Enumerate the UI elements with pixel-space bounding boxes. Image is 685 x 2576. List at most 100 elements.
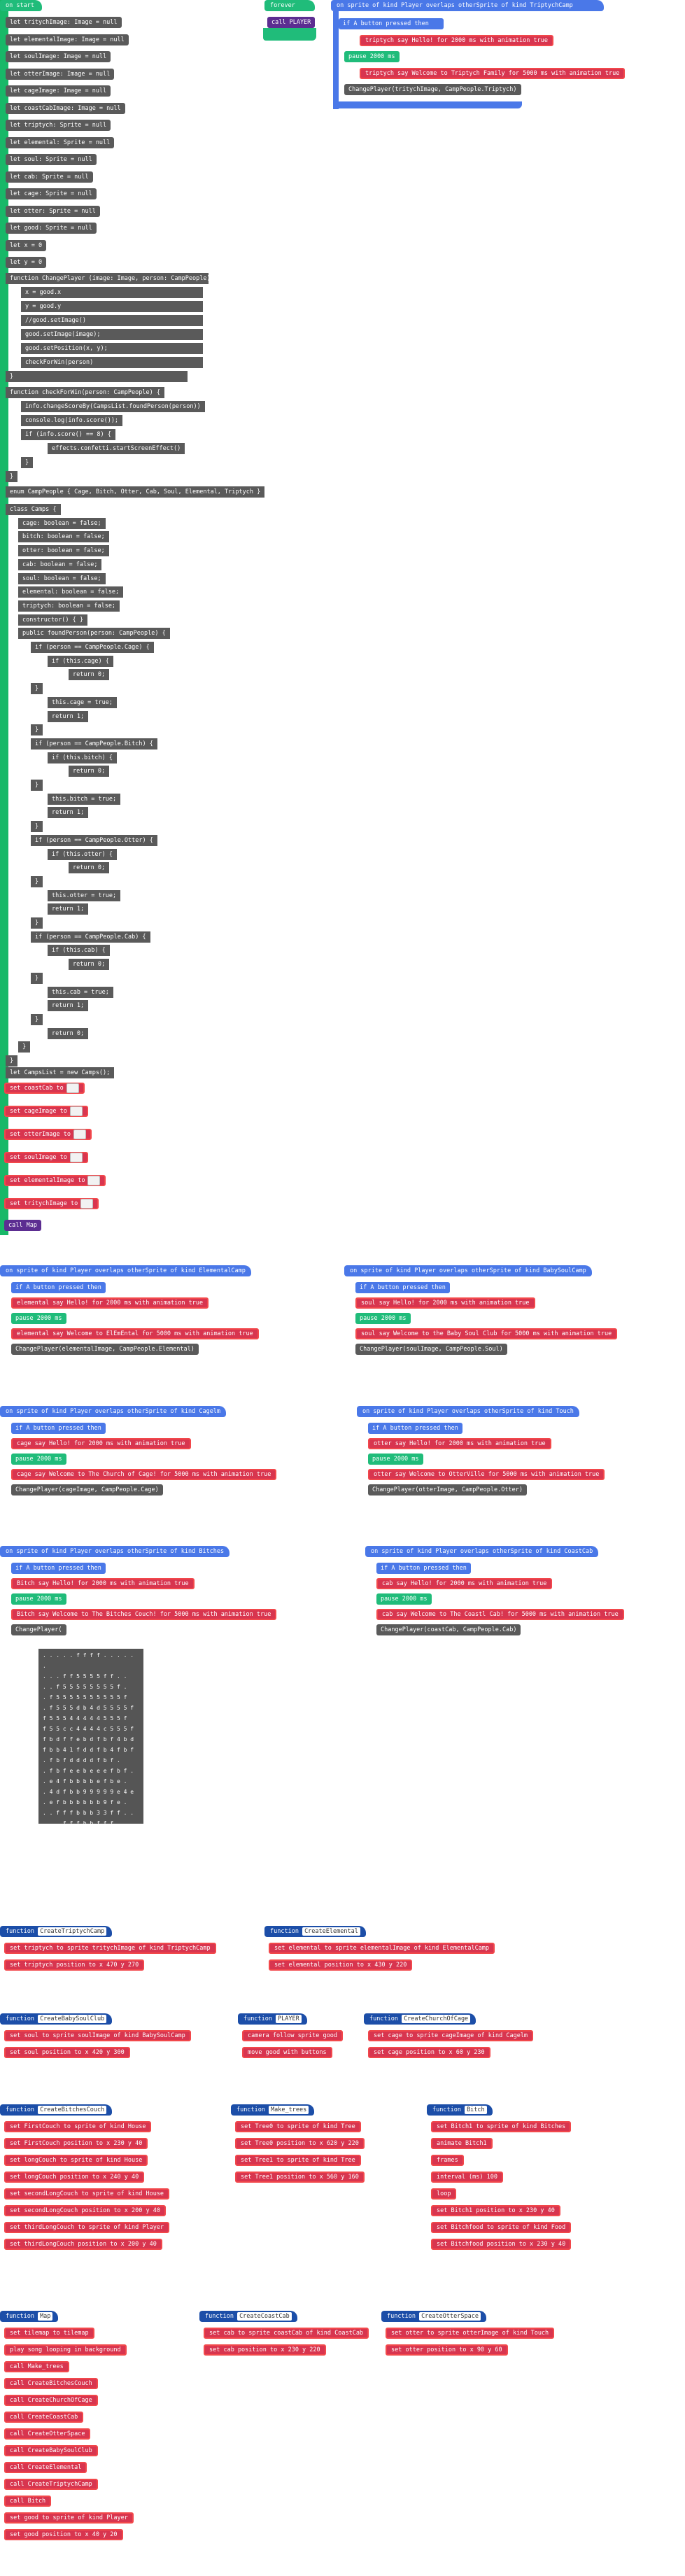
let-declaration-14[interactable]: let y = 0 xyxy=(6,257,47,268)
overlap-hat-1[interactable]: on sprite of kind Player overlaps otherS… xyxy=(344,1265,592,1276)
overlap-pause-0[interactable]: pause 2000 ms xyxy=(11,1313,66,1324)
let-declaration-10[interactable]: let cage: Sprite = null xyxy=(6,188,97,199)
overlap-say-welcome-2[interactable]: cage say Welcome to The Church of Cage! … xyxy=(11,1469,277,1480)
function-trees-line-2[interactable]: set Tree1 to sprite of kind Tree xyxy=(235,2155,361,2166)
overlap-say-welcome-0[interactable]: elemental say Welcome to ElEmEntal for 5… xyxy=(11,1328,259,1339)
function-bitch-line-1[interactable]: animate Bitch1 xyxy=(431,2138,493,2149)
function-trees-line-3[interactable]: set Tree1 position to x 560 y 160 xyxy=(235,2172,365,2183)
camps-class-line-40[interactable]: } xyxy=(6,1055,18,1067)
overlap-if-5[interactable]: if A button pressed then xyxy=(376,1563,471,1574)
camps-class-line-35[interactable]: this.cab = true; xyxy=(48,986,113,998)
function-babysoul-line-1[interactable]: set soul position to x 420 y 300 xyxy=(4,2047,130,2058)
triptych-image-thumb[interactable] xyxy=(80,1199,94,1209)
function-church-line-1[interactable]: set cage position to x 60 y 230 xyxy=(368,2047,490,2058)
camps-class-line-9[interactable]: public foundPerson(person: CampPeople) { xyxy=(18,628,170,640)
function-map-line-6[interactable]: call CreateOtterSpace xyxy=(4,2428,91,2440)
pause-block[interactable]: pause 2000 ms xyxy=(344,51,400,62)
function-triptych-line-0[interactable]: set triptych to sprite tritychImage of k… xyxy=(4,1943,216,1954)
camps-class-line-37[interactable]: } xyxy=(31,1013,43,1025)
function-triptych[interactable]: function CreateTriptychCamp xyxy=(0,1926,113,1937)
function-coastcab-line-0[interactable]: set cab to sprite coastCab of kind Coast… xyxy=(204,2328,369,2339)
camps-class-line-16[interactable]: } xyxy=(31,724,43,736)
overlap-hat-2[interactable]: on sprite of kind Player overlaps otherS… xyxy=(0,1406,227,1417)
overlap-if-4[interactable]: if A button pressed then xyxy=(11,1563,106,1574)
function-title[interactable]: CreateElemental xyxy=(302,1927,360,1936)
camps-class-line-19[interactable]: return 0; xyxy=(69,766,110,777)
function-title[interactable]: CreateBitchesCouch xyxy=(38,2106,107,2114)
camps-class-line-30[interactable]: } xyxy=(31,917,43,929)
function-map-line-2[interactable]: call Make_trees xyxy=(4,2361,69,2372)
let-declaration-5[interactable]: let coastCabImage: Image = null xyxy=(6,102,125,114)
let-declaration-3[interactable]: let otterImage: Image = null xyxy=(6,68,115,80)
function-title[interactable]: Bitch xyxy=(465,2106,487,2114)
check-for-win-line-0[interactable]: function checkForWin(person: CampPeople)… xyxy=(6,387,164,398)
camps-class-line-25[interactable]: if (this.otter) { xyxy=(48,848,117,860)
function-coastcab-line-1[interactable]: set cab position to x 230 y 220 xyxy=(204,2344,326,2356)
function-title[interactable]: CreateOtterSpace xyxy=(419,2312,481,2321)
function-map[interactable]: function Map xyxy=(0,2311,59,2322)
overlap-if-0[interactable]: if A button pressed then xyxy=(11,1282,106,1293)
function-bitches-line-7[interactable]: set thirdLongCouch position to x 200 y 4… xyxy=(4,2239,162,2250)
overlap-change-player-1[interactable]: ChangePlayer(soulImage, CampPeople.Soul) xyxy=(355,1344,507,1355)
if-a-pressed-block[interactable]: if A button pressed then xyxy=(339,18,444,29)
function-trees[interactable]: function Make_trees xyxy=(231,2104,315,2116)
function-otterspace-line-1[interactable]: set otter position to x 90 y 60 xyxy=(386,2344,508,2356)
camps-class-line-34[interactable]: } xyxy=(31,972,43,984)
overlap-change-player-2[interactable]: ChangePlayer(cageImage, CampPeople.Cage) xyxy=(11,1484,163,1495)
set-triptych-image[interactable]: set tritychImage to xyxy=(4,1198,99,1209)
overlap-say-hello-1[interactable]: soul say Hello! for 2000 ms with animati… xyxy=(355,1297,535,1309)
let-declaration-6[interactable]: let triptych: Sprite = null xyxy=(6,120,111,131)
check-for-win-line-4[interactable]: effects.confetti.startScreenEffect() xyxy=(48,443,185,454)
check-for-win-line-1[interactable]: info.changeScoreBy(CampsList.foundPerson… xyxy=(21,401,205,412)
function-title[interactable]: Make_trees xyxy=(269,2106,309,2114)
function-elemental[interactable]: function CreateElemental xyxy=(264,1926,366,1937)
camps-class-line-24[interactable]: if (person == CampPeople.Otter) { xyxy=(31,834,157,846)
overlap-say-welcome-5[interactable]: cab say Welcome to The Coastl Cab! for 5… xyxy=(376,1609,624,1620)
camps-class-line-2[interactable]: bitch: boolean = false; xyxy=(18,531,109,543)
camps-class-line-29[interactable]: return 1; xyxy=(48,903,89,915)
set-soul-image[interactable]: set soulImage to xyxy=(4,1152,88,1163)
camps-class-line-31[interactable]: if (person == CampPeople.Cab) { xyxy=(31,931,150,943)
set-coastcab-image[interactable]: set coastCab to xyxy=(4,1083,85,1094)
function-elemental-line-0[interactable]: set elemental to sprite elementalImage o… xyxy=(269,1943,495,1954)
check-for-win-line-3[interactable]: if (info.score() == 8) { xyxy=(21,429,115,440)
enum-campPeople[interactable]: enum CampPeople { Cage, Bitch, Otter, Ca… xyxy=(6,486,265,498)
camps-class-line-8[interactable]: constructor() { } xyxy=(18,614,87,626)
camps-class-line-0[interactable]: class Camps { xyxy=(6,504,61,515)
camps-class-line-12[interactable]: return 0; xyxy=(69,669,110,681)
function-player-line-0[interactable]: camera follow sprite good xyxy=(242,2030,343,2041)
soul-image-thumb[interactable] xyxy=(69,1153,83,1162)
camps-class-line-32[interactable]: if (this.cab) { xyxy=(48,945,110,957)
camps-class-line-6[interactable]: elemental: boolean = false; xyxy=(18,586,124,598)
overlap-if-2[interactable]: if A button pressed then xyxy=(11,1423,106,1434)
check-for-win-line-5[interactable]: } xyxy=(21,457,34,468)
function-bitches-line-0[interactable]: set FirstCouch to sprite of kind House xyxy=(4,2121,152,2132)
overlap-pause-5[interactable]: pause 2000 ms xyxy=(376,1593,432,1605)
let-declaration-1[interactable]: let elementalImage: Image = null xyxy=(6,34,129,45)
triptych-say-welcome[interactable]: triptych say Welcome to Triptych Family … xyxy=(360,68,626,79)
set-otter-image[interactable]: set otterImage to xyxy=(4,1129,92,1140)
function-bitches-line-5[interactable]: set secondLongCouch position to x 200 y … xyxy=(4,2205,166,2216)
camps-class-line-22[interactable]: return 1; xyxy=(48,807,89,819)
camps-class-line-26[interactable]: return 0; xyxy=(69,862,110,874)
let-declaration-12[interactable]: let good: Sprite = null xyxy=(6,223,97,234)
function-title[interactable]: CreateCoastCab xyxy=(237,2312,292,2321)
check-for-win-line-2[interactable]: console.log(info.score()); xyxy=(21,415,123,426)
overlap-say-hello-3[interactable]: otter say Hello! for 2000 ms with animat… xyxy=(368,1438,551,1449)
camps-class-line-13[interactable]: } xyxy=(31,683,43,695)
overlap-hat-0[interactable]: on sprite of kind Player overlaps otherS… xyxy=(0,1265,251,1276)
check-for-win-line-6[interactable]: } xyxy=(6,471,18,482)
function-church-line-0[interactable]: set cage to sprite cageImage of kind Cag… xyxy=(368,2030,534,2041)
triptych-say-hello[interactable]: triptych say Hello! for 2000 ms with ani… xyxy=(360,35,553,46)
function-map-line-1[interactable]: play song looping in background xyxy=(4,2344,127,2356)
function-bitch-line-2[interactable]: frames xyxy=(431,2155,464,2166)
on-start-block[interactable]: on start xyxy=(0,0,42,11)
change-player-line-0[interactable]: function ChangePlayer (image: Image, per… xyxy=(6,273,218,284)
function-map-line-12[interactable]: set good position to x 40 y 20 xyxy=(4,2529,123,2540)
bitch-image-pixel-grid[interactable]: . . . . . f f f f . . . . . . . . . f f 5… xyxy=(38,1649,143,1837)
camps-class-line-36[interactable]: return 1; xyxy=(48,1000,89,1012)
camps-class-line-17[interactable]: if (person == CampPeople.Bitch) { xyxy=(31,738,157,749)
function-bitches-line-2[interactable]: set longCouch to sprite of kind House xyxy=(4,2155,148,2166)
function-bitches-line-3[interactable]: set longCouch position to x 240 y 40 xyxy=(4,2172,145,2183)
overlap-hat-5[interactable]: on sprite of kind Player overlaps otherS… xyxy=(365,1546,599,1557)
